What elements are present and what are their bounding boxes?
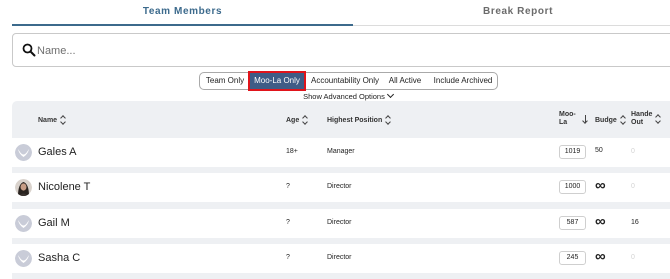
sort-icon bbox=[60, 116, 65, 124]
filter-all-active[interactable]: All Active bbox=[386, 73, 424, 89]
column-header-position[interactable]: Highest Position bbox=[327, 116, 390, 125]
filter-include-archived[interactable]: Include Archived bbox=[430, 73, 496, 89]
moola-balance[interactable]: 587 bbox=[559, 216, 586, 230]
sort-icon bbox=[655, 115, 660, 123]
column-header-name[interactable]: Name bbox=[38, 116, 65, 125]
column-header-budget[interactable]: Budge bbox=[595, 116, 625, 125]
sort-descending-icon bbox=[582, 114, 589, 124]
moola-balance[interactable]: 1000 bbox=[559, 180, 586, 194]
budget-value: ∞ bbox=[595, 248, 606, 265]
team-members-page: Team Members Break Report Team Only Moo-… bbox=[0, 0, 670, 279]
budget-value: 50 bbox=[595, 147, 603, 154]
column-header-age[interactable]: Age bbox=[286, 116, 307, 125]
member-position: Manager bbox=[327, 148, 355, 155]
handed-out-value: 0 bbox=[631, 183, 635, 190]
column-header-position-label: Highest Position bbox=[327, 116, 383, 124]
sort-icon bbox=[385, 116, 390, 124]
handed-out-value: 0 bbox=[631, 148, 635, 155]
column-header-name-label: Name bbox=[38, 116, 58, 124]
sort-icon bbox=[620, 116, 625, 124]
default-avatar-icon bbox=[15, 144, 32, 161]
budget-value: ∞ bbox=[595, 177, 606, 194]
column-header-moola-line2: La bbox=[559, 119, 568, 126]
member-age: 18+ bbox=[286, 148, 298, 155]
filter-moola-only[interactable]: Moo-La Only bbox=[248, 71, 306, 91]
table-row[interactable]: Gales A 18+ Manager 1019 50 0 bbox=[12, 138, 670, 167]
column-header-age-label: Age bbox=[286, 116, 300, 124]
tab-team-members[interactable]: Team Members bbox=[12, 0, 353, 26]
filter-team-only[interactable]: Team Only bbox=[202, 73, 248, 89]
column-header-budget-label: Budge bbox=[595, 116, 617, 124]
tab-bar: Team Members Break Report bbox=[0, 0, 670, 26]
member-age: ? bbox=[286, 219, 290, 226]
table-header: Name Age Highest Position Moo- La Budge … bbox=[12, 101, 670, 137]
default-avatar-icon bbox=[15, 250, 32, 267]
moola-balance[interactable]: 1019 bbox=[559, 145, 586, 159]
column-header-moola[interactable]: Moo- La bbox=[559, 111, 589, 127]
filter-group: Team Only Moo-La Only Accountability Onl… bbox=[199, 71, 498, 91]
search-box bbox=[12, 33, 670, 67]
default-avatar-icon bbox=[15, 215, 32, 232]
table-row[interactable]: Nicolene T ? Director 1000 ∞ 0 bbox=[12, 173, 670, 202]
search-input[interactable] bbox=[37, 40, 637, 62]
column-header-handed-line1: Hande bbox=[631, 111, 653, 118]
search-icon bbox=[22, 43, 36, 57]
member-name[interactable]: Gail M bbox=[38, 217, 70, 229]
user-photo-avatar bbox=[15, 179, 32, 196]
filter-accountability-only[interactable]: Accountability Only bbox=[308, 73, 382, 89]
column-header-handed-out-label: Hande Out bbox=[631, 111, 652, 127]
moola-balance[interactable]: 245 bbox=[559, 251, 586, 265]
member-name[interactable]: Sasha C bbox=[38, 252, 80, 264]
member-age: ? bbox=[286, 254, 290, 261]
table-row[interactable]: Gail M ? Director 587 ∞ 16 bbox=[12, 209, 670, 238]
column-header-moola-line1: Moo- bbox=[559, 111, 576, 118]
tab-break-report[interactable]: Break Report bbox=[353, 0, 670, 26]
column-header-handed-out[interactable]: Hande Out bbox=[631, 111, 660, 127]
member-age: ? bbox=[286, 183, 290, 190]
budget-value: ∞ bbox=[595, 213, 606, 230]
column-header-handed-line2: Out bbox=[631, 119, 644, 126]
member-name[interactable]: Gales A bbox=[38, 146, 77, 158]
advanced-options-label: Show Advanced Options bbox=[303, 92, 385, 101]
handed-out-value: 16 bbox=[631, 219, 639, 226]
table-row[interactable]: Sasha C ? Director 245 ∞ 0 bbox=[12, 244, 670, 273]
member-name[interactable]: Nicolene T bbox=[38, 181, 90, 193]
member-position: Director bbox=[327, 219, 352, 226]
chevron-down-icon bbox=[386, 90, 394, 99]
member-position: Director bbox=[327, 254, 352, 261]
member-position: Director bbox=[327, 183, 352, 190]
team-members-table: Name Age Highest Position Moo- La Budge … bbox=[12, 101, 670, 279]
handed-out-value: 0 bbox=[631, 254, 635, 261]
sort-icon bbox=[302, 116, 307, 124]
column-header-moola-label: Moo- La bbox=[559, 111, 576, 127]
